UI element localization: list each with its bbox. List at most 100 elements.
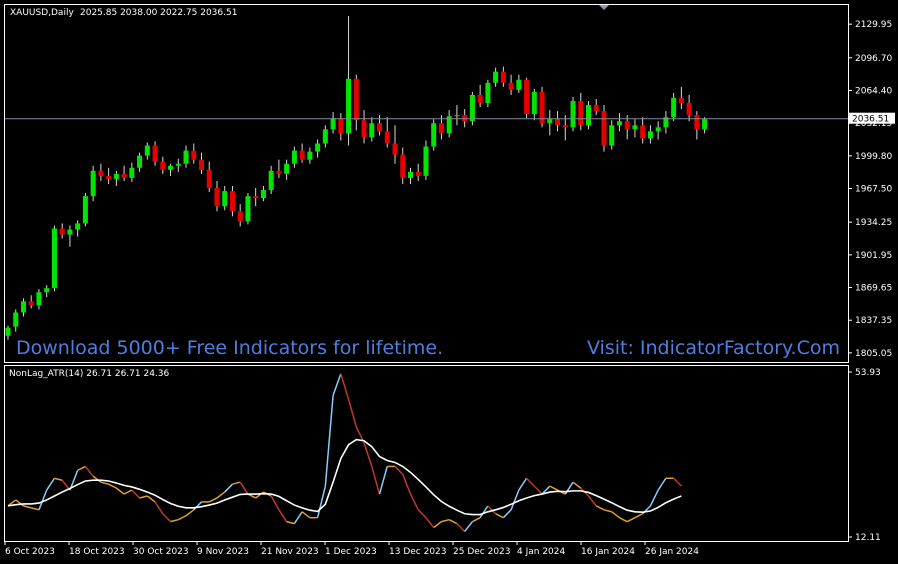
candle-body-bull: [346, 78, 352, 134]
candle-body-bull: [485, 82, 491, 104]
candle-body-bear: [121, 173, 127, 178]
candle-body-bear: [214, 188, 220, 207]
candle-body-bear: [508, 82, 514, 90]
indicator-axis: 53.93 12.11: [848, 368, 881, 543]
candle-body-bear: [160, 161, 166, 170]
candle-body-bull: [260, 190, 266, 199]
candle-body-bear: [59, 228, 65, 235]
candle-body-bull: [423, 146, 429, 176]
price-tick-label: 2096.70: [855, 54, 892, 64]
candle-body-bull: [268, 170, 274, 191]
candle-body-bull: [616, 121, 622, 126]
candle: [524, 77, 530, 119]
candle-body-bear: [152, 145, 158, 162]
candle-body-bear: [338, 118, 344, 134]
banner-left: Download 5000+ Free Indicators for lifet…: [16, 337, 443, 359]
indicator-frame: [4, 365, 849, 542]
chart-window[interactable]: 2129.952096.702064.402032.151999.801967.…: [0, 0, 898, 564]
candle-body-bull: [671, 97, 677, 118]
time-tick-label: 25 Dec 2023: [453, 547, 511, 557]
candle-body-bear: [299, 150, 305, 160]
candle-body-bull: [609, 125, 615, 146]
price-tick-label: 1869.65: [855, 284, 892, 294]
symbol-label: XAUUSD,Daily: [10, 8, 74, 18]
time-tick-label: 30 Oct 2023: [133, 547, 189, 557]
indicator-tick-label: 12.11: [855, 533, 881, 543]
price-tick-label: 1934.25: [855, 218, 892, 228]
time-axis: 6 Oct 2023 18 Oct 2023 30 Oct 2023 9 Nov 20…: [4, 541, 699, 557]
candle: [485, 79, 491, 108]
candle-body-bear: [206, 169, 212, 189]
price-tick-label: 1967.50: [855, 185, 892, 195]
candle-body-bull: [369, 123, 375, 138]
candle-body-bear: [624, 121, 630, 130]
candle-body-bear: [500, 71, 506, 83]
candle-body-bear: [601, 111, 607, 146]
candle-body-bear: [640, 125, 646, 139]
candle-body-bear: [237, 211, 243, 222]
candle-body-bear: [276, 170, 282, 174]
candle-body-bull: [82, 196, 88, 224]
candle-body-bull: [44, 288, 50, 293]
candle-body-bull: [586, 105, 591, 126]
candle: [51, 225, 57, 292]
candle-body-bull: [655, 127, 661, 132]
candle: [82, 193, 88, 227]
candle-body-bear: [199, 159, 204, 170]
candle-body-bear: [384, 131, 390, 144]
candle-body-bull: [330, 118, 336, 130]
candle-body-bull: [493, 71, 499, 83]
price-tick-label: 1805.05: [855, 349, 892, 359]
time-tick-label: 21 Nov 2023: [261, 547, 319, 557]
candle-body-bear: [438, 123, 444, 134]
banner-right[interactable]: Visit: IndicatorFactory.Com: [587, 337, 840, 359]
candle-body-bull: [113, 173, 119, 179]
candle-body-bear: [377, 123, 383, 132]
candle-body-bull: [632, 125, 638, 130]
price-tick-label: 1901.95: [855, 251, 892, 261]
candle-body-bear: [678, 97, 684, 104]
price-axis: 2129.952096.702064.402032.151999.801967.…: [848, 20, 892, 359]
candle-body-bull: [137, 155, 143, 168]
candle-body-bull: [51, 228, 57, 289]
candle-body-bull: [516, 79, 522, 90]
candle-body-bull: [175, 163, 181, 166]
candle-body-bull: [36, 292, 42, 306]
candle-body-bull: [454, 115, 460, 117]
candle: [601, 105, 607, 152]
candle-body-bear: [400, 154, 406, 178]
candle-body-bull: [5, 327, 11, 336]
candle: [431, 119, 437, 151]
candle-body-bear: [253, 196, 259, 199]
candle-body-bull: [67, 229, 73, 235]
candle-body-bull: [144, 145, 150, 156]
candle-body-bull: [183, 150, 189, 164]
candle-body-bull: [570, 101, 576, 128]
candle-body-bear: [694, 115, 700, 130]
candle-body-bull: [469, 94, 475, 122]
candle: [469, 91, 475, 126]
candle-body-bull: [531, 91, 537, 115]
price-tick-label: 2129.95: [855, 20, 892, 30]
candle-body-bull: [322, 129, 328, 144]
candle-body-bull: [129, 167, 135, 178]
candle-body-bull: [245, 196, 251, 222]
main-chart-frame: [4, 4, 849, 363]
price-tick-label: 1999.80: [855, 152, 892, 162]
candle-body-bull: [222, 191, 228, 207]
candle-body-bear: [98, 170, 104, 176]
price-tick-label: 1837.35: [855, 316, 892, 326]
candle-body-bear: [361, 120, 367, 138]
candle-body-bear: [578, 101, 584, 126]
candle-body-bear: [191, 150, 197, 160]
time-tick-label: 4 Jan 2024: [517, 547, 565, 557]
candle-body-bear: [28, 301, 34, 306]
candle-body-bear: [353, 78, 359, 121]
current-price-label: 2036.51: [852, 115, 889, 125]
candle: [245, 193, 251, 225]
candle: [539, 86, 545, 128]
candle-body-bull: [291, 150, 297, 164]
candle-body-bull: [702, 119, 708, 130]
time-tick-label: 9 Nov 2023: [197, 547, 249, 557]
candle-body-bull: [75, 223, 81, 230]
